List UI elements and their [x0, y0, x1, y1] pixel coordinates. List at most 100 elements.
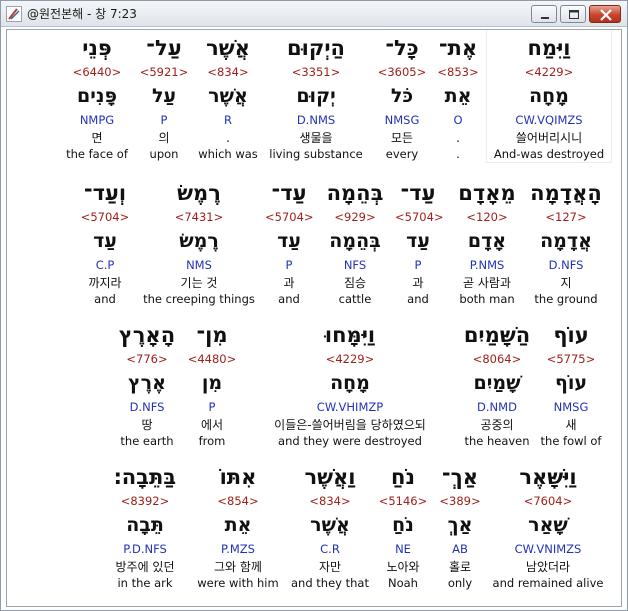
strong-number[interactable]: <7604> — [491, 493, 605, 509]
word-block[interactable]: וְעַד־ <5704> עַד C.P 까지라 and — [73, 175, 137, 307]
word-block[interactable]: הָאֲדָמָה <127> אֲדָמָה D.NFS 지 the grou… — [527, 175, 605, 307]
morph-code[interactable]: NE — [377, 541, 429, 557]
word-block[interactable]: עַד־ <5704> עַד P 과 and — [265, 175, 314, 307]
strong-number[interactable]: <929> — [319, 209, 391, 225]
morph-code[interactable]: NFS — [319, 257, 391, 273]
morph-code[interactable]: D.NFS — [115, 399, 179, 415]
word-block[interactable]: עוֹף <5775> עוֹף NMSG 새 the fowl of — [537, 317, 605, 449]
hebrew-word: וַיִּמָּחוּ — [324, 323, 376, 347]
word-block[interactable]: הַשָּׁמַיִם <8064> שָׁמַיִם D.NMD 공중의 th… — [461, 317, 533, 449]
title-bar[interactable]: @원전본해 - 창 7:23 — [1, 1, 627, 27]
morph-code[interactable]: P — [139, 112, 189, 128]
strong-number[interactable]: <5775> — [537, 351, 605, 367]
maximize-button[interactable] — [560, 5, 586, 23]
morph-code[interactable]: D.NMD — [461, 399, 533, 415]
strong-number[interactable]: <8392> — [103, 493, 187, 509]
word-block[interactable]: בְּהֵמָה <929> בְּהֵמָה NFS 짐승 cattle — [319, 175, 391, 307]
english-gloss: and they that — [291, 576, 369, 590]
strong-number[interactable]: <389> — [437, 493, 483, 509]
minimize-button[interactable] — [531, 5, 557, 23]
lemma-word: אֲשֶׁר — [208, 85, 248, 107]
hebrew-word: עַד־ — [271, 181, 307, 205]
interlinear-panel[interactable]: וַיִּמַח <4229> מָחָה CW.VQIMZS 쓸어버리시니 A… — [6, 29, 622, 607]
morph-code[interactable]: NMS — [139, 257, 259, 273]
english-gloss: the ground — [534, 292, 598, 306]
strong-number[interactable]: <3605> — [373, 64, 431, 80]
strong-number[interactable]: <4480> — [187, 351, 237, 367]
word-block[interactable]: אֶת־ <853> אֵת O . . — [435, 30, 481, 162]
morph-code[interactable]: CW.VHIMZP — [249, 399, 451, 415]
strong-number[interactable]: <3351> — [263, 64, 369, 80]
hebrew-word: וַיִּשָּׁאֶר — [519, 465, 577, 489]
strong-number[interactable]: <7431> — [139, 209, 259, 225]
morph-code[interactable]: D.NMS — [263, 112, 369, 128]
app-logo-icon[interactable] — [6, 6, 22, 22]
english-gloss: the creeping things — [143, 292, 255, 306]
hebrew-word: מִן־ — [196, 323, 228, 347]
strong-number[interactable]: <776> — [115, 351, 179, 367]
strong-number[interactable]: <8064> — [461, 351, 533, 367]
strong-number[interactable]: <853> — [435, 64, 481, 80]
word-block[interactable]: בַּתֵּבָה׃ <8392> תֵּבָה P.D.NFS 방주에 있던 … — [103, 459, 187, 591]
strong-number[interactable]: <854> — [197, 493, 279, 509]
word-block[interactable]: וַיִּמָּחוּ <4229> מָחָה CW.VHIMZP 이들은-쓸… — [249, 317, 451, 449]
word-block[interactable]: נֹחַ <5146> נֹחַ NE 노아와 Noah — [377, 459, 429, 591]
morph-code[interactable]: CW.VNIMZS — [491, 541, 605, 557]
strong-number[interactable]: <5704> — [73, 209, 137, 225]
strong-number[interactable]: <834> — [195, 64, 261, 80]
strong-number[interactable]: <4229> — [249, 351, 451, 367]
lemma-word: שָׁאַר — [528, 514, 568, 536]
morph-code[interactable]: O — [435, 112, 481, 128]
word-block[interactable]: אִתּוֹ <854> אֵת P.MZS 그와 함께 were with h… — [197, 459, 279, 591]
morph-code[interactable]: P — [265, 257, 313, 273]
morph-code[interactable]: P.MZS — [197, 541, 279, 557]
word-block[interactable]: וַיִּמַח <4229> מָחָה CW.VQIMZS 쓸어버리시니 A… — [486, 30, 612, 163]
hebrew-word: וַאֲשֶׁר — [304, 465, 356, 489]
word-block[interactable]: וַיִּשָּׁאֶר <7604> שָׁאַר CW.VNIMZS 남았더… — [491, 459, 605, 591]
word-block[interactable]: פְּנֵי <6440> פָּנִים NMPG 면 the face of — [63, 30, 131, 162]
word-block[interactable]: וַאֲשֶׁר <834> אֲשֶׁר C.R 자만 and they th… — [289, 459, 371, 591]
morph-code[interactable]: P.D.NFS — [103, 541, 187, 557]
verse-line: עוֹף <5775> עוֹף NMSG 새 the fowl of הַשָ… — [7, 317, 621, 449]
strong-number[interactable]: <127> — [527, 209, 605, 225]
morph-code[interactable]: CW.VQIMZS — [487, 112, 611, 128]
morph-code[interactable]: P — [187, 399, 237, 415]
english-gloss: only — [447, 576, 473, 590]
strong-number[interactable]: <6440> — [63, 64, 131, 80]
morph-code[interactable]: AB — [437, 541, 483, 557]
morph-code[interactable]: P — [395, 257, 441, 273]
word-block[interactable]: עַד־ <5704> עַד P 과 and — [395, 175, 444, 307]
morph-code[interactable]: NMSG — [537, 399, 605, 415]
word-block[interactable]: הַיְקוּם <3351> יְקוּם D.NMS 생물을 living … — [263, 30, 369, 162]
strong-number[interactable]: <834> — [289, 493, 371, 509]
strong-number[interactable]: <5704> — [265, 209, 314, 225]
strong-number[interactable]: <4229> — [487, 64, 611, 80]
morph-code[interactable]: D.NFS — [527, 257, 605, 273]
morph-code[interactable]: C.P — [73, 257, 137, 273]
word-block[interactable]: כָּל־ <3605> כֹּל NMSG 모든 every — [373, 30, 431, 162]
morph-code[interactable]: C.R — [289, 541, 371, 557]
korean-gloss: . — [226, 131, 230, 145]
strong-number[interactable]: <5146> — [377, 493, 429, 509]
morph-code[interactable]: R — [195, 112, 261, 128]
strong-number[interactable]: <5921> — [139, 64, 189, 80]
hebrew-word: בְּהֵמָה — [326, 181, 384, 205]
word-block[interactable]: מִן־ <4480> מִן P 에서 from — [187, 317, 237, 449]
strong-number[interactable]: <5704> — [395, 209, 444, 225]
morph-code[interactable]: NMSG — [373, 112, 431, 128]
hebrew-word: רֶמֶשׂ — [177, 181, 221, 205]
morph-code[interactable]: P.NMS — [453, 257, 521, 273]
strong-number[interactable]: <120> — [453, 209, 521, 225]
close-button[interactable] — [589, 5, 621, 23]
korean-gloss: 곧 사람과 — [463, 276, 511, 290]
lemma-word: כֹּל — [390, 85, 414, 107]
word-block[interactable]: מֵאָדָם <120> אָדָם P.NMS 곧 사람과 both man — [453, 175, 521, 307]
morph-code[interactable]: NMPG — [63, 112, 131, 128]
word-block[interactable]: רֶמֶשׂ <7431> רֶמֶשׂ NMS 기는 것 the creepi… — [139, 175, 259, 307]
word-block[interactable]: הָאָרֶץ <776> אֶרֶץ D.NFS 땅 the earth — [115, 317, 179, 449]
word-block[interactable]: אֲשֶׁר <834> אֲשֶׁר R . which was — [195, 30, 261, 162]
hebrew-word: פְּנֵי — [82, 36, 112, 60]
word-block[interactable]: אַךְ־ <389> אַךְ AB 홀로 only — [437, 459, 483, 591]
word-block[interactable]: עַל־ <5921> עַל P 의 upon — [139, 30, 189, 162]
lemma-word: מָחָה — [330, 372, 370, 394]
